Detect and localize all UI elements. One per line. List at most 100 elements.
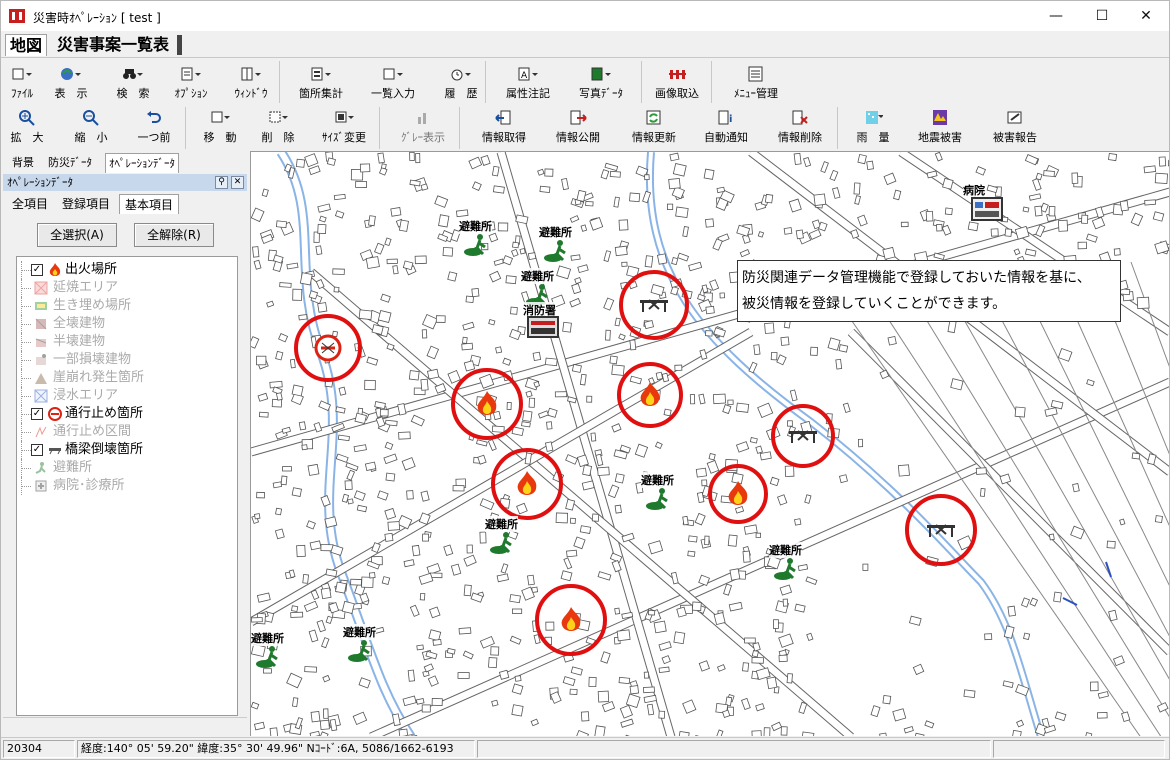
building: [377, 310, 392, 323]
info-update-button[interactable]: 情報更新: [625, 109, 683, 145]
history-button[interactable]: 履 歴: [433, 65, 489, 101]
tab-operation-data[interactable]: ｵﾍﾟﾚｰｼｮﾝﾃﾞｰﾀ: [105, 153, 179, 173]
layer-item[interactable]: 半壊建物: [17, 333, 237, 351]
building: [296, 544, 306, 558]
hospital-marker[interactable]: [971, 197, 1003, 221]
layer-item[interactable]: ✓ 出火場所: [17, 261, 237, 279]
fire-station-marker[interactable]: [527, 316, 559, 338]
shelter-marker[interactable]: [255, 645, 283, 669]
building: [321, 637, 330, 649]
building: [580, 711, 590, 722]
shelter-marker[interactable]: [347, 639, 375, 663]
window-title: 災害時ｵﾍﾟﾚｰｼｮﾝ [ test ]: [33, 11, 161, 25]
layer-item[interactable]: 延焼エリア: [17, 279, 237, 297]
rainfall-button[interactable]: 雨 量: [847, 109, 899, 145]
layer-item[interactable]: 浸水エリア: [17, 387, 237, 405]
subtab-basic-items[interactable]: 基本項目: [119, 194, 180, 214]
view-menu-button[interactable]: 表 示: [51, 65, 91, 101]
bridge-collapse-marker[interactable]: [926, 522, 956, 538]
subtab-all-items[interactable]: 全項目: [7, 194, 53, 214]
building: [723, 583, 733, 596]
building: [716, 186, 726, 194]
fire-marker[interactable]: [558, 606, 584, 634]
menu-manage-button[interactable]: ﾒﾆｭｰ管理: [725, 65, 787, 101]
info-publish-button[interactable]: 情報公開: [549, 109, 607, 145]
layer-item[interactable]: ✓ 通行止め箇所: [17, 405, 237, 423]
minimize-button[interactable]: —: [1033, 1, 1079, 31]
layer-item[interactable]: 崖崩れ発生箇所: [17, 369, 237, 387]
window-menu-button[interactable]: ｳｨﾝﾄﾞｳ: [227, 65, 275, 101]
layer-item[interactable]: 一部損壊建物: [17, 351, 237, 369]
tab-map[interactable]: 地図: [5, 34, 48, 56]
deselect-all-button[interactable]: 全解除(R): [134, 223, 214, 247]
building: [491, 699, 499, 707]
auto-notify-button[interactable]: i 自動通知: [697, 109, 755, 145]
list-input-button[interactable]: 一覧入力: [363, 65, 423, 101]
bridge-collapse-marker[interactable]: [788, 428, 818, 444]
building: [832, 187, 841, 199]
building: [673, 631, 686, 645]
pin-icon[interactable]: ⚲: [215, 176, 228, 189]
building: [254, 721, 266, 731]
map-canvas[interactable]: 避難所 避難所 避難所 避難所 避難所 避難所 避難所 避難所 消防署 病院 防災関連データ管理機…: [250, 151, 1169, 736]
layer-checkbox[interactable]: ✓: [31, 264, 43, 276]
zoom-out-button[interactable]: 縮 小: [69, 109, 113, 145]
building: [420, 183, 429, 191]
gray-display-button[interactable]: ｸﾞﾚｰ表示: [391, 109, 455, 145]
delete-button[interactable]: 削 除: [255, 109, 301, 145]
shelter-marker[interactable]: [543, 239, 571, 263]
building: [303, 600, 319, 613]
damage-report-button[interactable]: 被害報告: [985, 109, 1045, 145]
tree-connector: [21, 306, 31, 307]
photo-data-button[interactable]: 写真ﾃﾞｰﾀ: [571, 65, 631, 101]
file-menu-button[interactable]: ﾌｧｲﾙ: [5, 65, 39, 101]
move-button[interactable]: 移 動: [197, 109, 243, 145]
shelter-marker[interactable]: [489, 531, 517, 555]
annotation-button[interactable]: A 属性注記: [497, 65, 559, 101]
building: [414, 255, 427, 265]
building: [253, 259, 262, 270]
tally-button[interactable]: 箇所集計: [291, 65, 351, 101]
search-menu-button[interactable]: 検 索: [111, 65, 155, 101]
zoom-in-button[interactable]: 拡 大: [5, 109, 49, 145]
layer-item[interactable]: 全壊建物: [17, 315, 237, 333]
building: [286, 262, 299, 270]
maximize-button[interactable]: ☐: [1079, 1, 1125, 31]
road-closed-marker[interactable]: [313, 333, 343, 363]
layer-item[interactable]: 病院･診療所: [17, 477, 237, 495]
option-menu-button[interactable]: ｵﾌﾟｼｮﾝ: [169, 65, 213, 101]
image-import-button[interactable]: 画像取込: [649, 65, 705, 101]
resize-button[interactable]: ｻｲｽﾞ変更: [313, 109, 375, 145]
info-get-button[interactable]: 情報取得: [475, 109, 533, 145]
layer-item[interactable]: 生き埋め場所: [17, 297, 237, 315]
layer-checkbox[interactable]: ✓: [31, 444, 43, 456]
info-delete-button[interactable]: 情報削除: [771, 109, 829, 145]
fire-marker[interactable]: [725, 480, 751, 508]
fire-marker[interactable]: [474, 390, 500, 418]
building: [698, 660, 710, 672]
shelter-marker[interactable]: [773, 557, 801, 581]
close-icon[interactable]: ✕: [231, 176, 244, 189]
bridge-collapse-marker[interactable]: [639, 297, 669, 313]
tab-disaster-data[interactable]: 防災ﾃﾞｰﾀ: [45, 153, 95, 173]
building: [751, 656, 764, 664]
fire-marker[interactable]: [514, 470, 540, 498]
subtab-registered-items[interactable]: 登録項目: [57, 194, 115, 214]
select-all-button[interactable]: 全選択(A): [37, 223, 117, 247]
panel-horizontal-scrollbar[interactable]: [3, 717, 247, 723]
earthquake-button[interactable]: 地震被害: [911, 109, 969, 145]
shelter-marker[interactable]: [463, 233, 491, 257]
building: [735, 402, 750, 413]
shelter-marker[interactable]: [645, 487, 673, 511]
layer-item[interactable]: ✓ 橋梁倒壊箇所: [17, 441, 237, 459]
layer-checkbox[interactable]: ✓: [31, 408, 43, 420]
close-button[interactable]: ✕: [1123, 1, 1169, 31]
layer-item[interactable]: 通行止め区間: [17, 423, 237, 441]
layer-item[interactable]: 避難所: [17, 459, 237, 477]
tab-incident-list[interactable]: 災害事案一覧表: [53, 34, 173, 56]
fire-marker[interactable]: [637, 381, 663, 409]
option-icon: [181, 67, 201, 81]
tab-background[interactable]: 背景: [9, 153, 37, 173]
previous-view-button[interactable]: 一つ前: [129, 109, 179, 145]
building: [347, 498, 354, 505]
